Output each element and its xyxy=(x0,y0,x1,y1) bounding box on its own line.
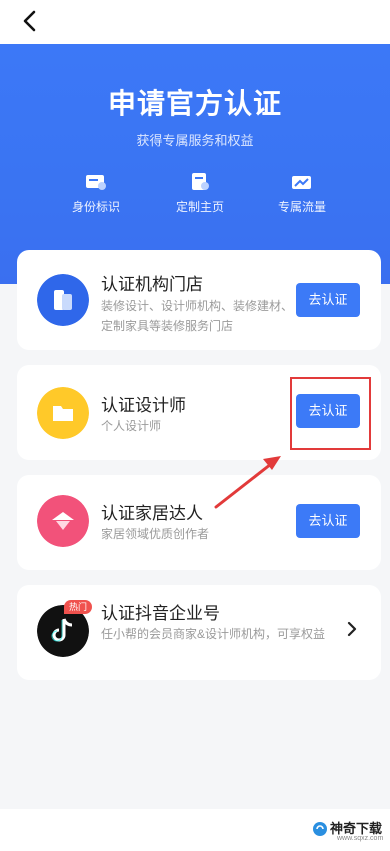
card-home-expert[interactable]: 认证家居达人 家居领域优质创作者 去认证 xyxy=(17,475,381,570)
hot-badge: 热门 xyxy=(64,600,93,614)
verify-home-expert-button[interactable]: 去认证 xyxy=(296,504,360,538)
id-badge-icon xyxy=(86,175,106,190)
card-title: 认证家居达人 xyxy=(101,504,203,523)
verify-institution-button[interactable]: 去认证 xyxy=(296,283,360,317)
folder-icon xyxy=(37,387,89,439)
chevron-left-icon[interactable] xyxy=(18,8,44,34)
benefit-label: 身份标识 xyxy=(71,200,120,214)
benefit-traffic: 专属流量 xyxy=(252,172,352,215)
card-institution-store[interactable]: 认证机构门店 装修设计、设计师机构、装修建材、定制家具等装修服务门店 去认证 xyxy=(17,250,381,350)
page-title: 申请官方认证 xyxy=(107,88,282,119)
watermark-url: www.sqxz.com xyxy=(337,835,384,842)
card-desc: 家居领域优质创作者 xyxy=(101,527,210,541)
trend-up-icon xyxy=(292,176,311,189)
hero-banner xyxy=(0,44,390,284)
watermark-logo-icon xyxy=(313,822,327,836)
store-icon xyxy=(37,274,89,326)
benefit-label: 专属流量 xyxy=(277,200,326,214)
card-desc: 装修设计、设计师机构、装修建材、定制家具等装修服务门店 xyxy=(101,299,294,333)
homepage-icon xyxy=(192,173,209,190)
card-desc: 任小帮的会员商家&设计师机构，可享权益 xyxy=(101,627,326,641)
annotation-highlight-box xyxy=(290,377,371,450)
home-star-icon xyxy=(37,495,89,547)
benefit-homepage: 定制主页 xyxy=(150,172,250,215)
card-title: 认证机构门店 xyxy=(101,275,203,294)
chevron-right-icon[interactable] xyxy=(345,620,359,638)
top-bar xyxy=(0,0,390,44)
card-title: 认证设计师 xyxy=(101,396,186,415)
page-subtitle: 获得专属服务和权益 xyxy=(136,133,254,148)
benefit-identity: 身份标识 xyxy=(46,172,146,215)
card-desc: 个人设计师 xyxy=(101,419,162,433)
card-title: 认证抖音企业号 xyxy=(101,604,220,623)
benefit-label: 定制主页 xyxy=(175,200,224,214)
